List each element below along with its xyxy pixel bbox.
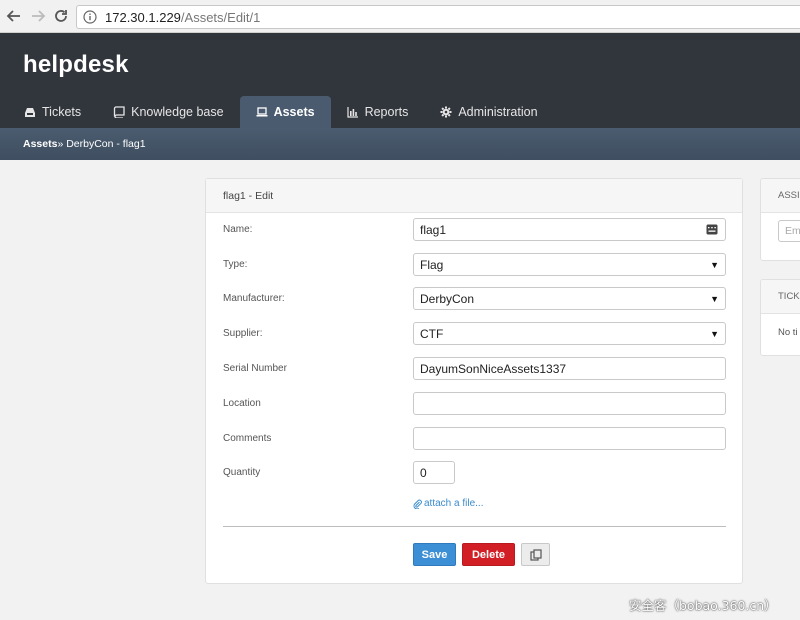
tab-reports[interactable]: Reports: [331, 96, 425, 128]
name-input[interactable]: flag1: [413, 218, 726, 241]
gear-icon: [440, 106, 452, 118]
asset-edit-panel: flag1 - Edit Name: flag1 Type: Flag ▼ Ma…: [205, 178, 743, 584]
brand-logo[interactable]: helpdesk: [23, 51, 129, 79]
serial-number-label: Serial Number: [223, 363, 287, 374]
tab-administration[interactable]: Administration: [424, 96, 553, 128]
name-value: flag1: [420, 222, 447, 237]
breadcrumb-current: » DerbyCon - flag1: [57, 138, 146, 150]
tickets-card-title: TICKETS: [761, 280, 800, 314]
comments-input[interactable]: [413, 427, 726, 450]
breadcrumb-assets-link[interactable]: Assets: [23, 138, 57, 150]
manufacturer-select[interactable]: DerbyCon ▼: [413, 287, 726, 310]
book-icon: [113, 106, 125, 118]
app-header: helpdesk Tickets Knowledge base Assets R…: [0, 33, 800, 128]
inbox-icon: [25, 108, 35, 117]
delete-button[interactable]: Delete: [462, 543, 515, 566]
watermark: 安全客（bobao.360.cn）: [629, 598, 777, 613]
panel-title: flag1 - Edit: [206, 179, 742, 213]
breadcrumb: Assets » DerbyCon - flag1: [0, 128, 800, 160]
url-path: /Assets/Edit/1: [180, 9, 261, 25]
tab-label: Reports: [364, 105, 409, 119]
clone-button[interactable]: [521, 543, 550, 566]
form-row-name: Name: flag1: [223, 218, 728, 242]
dropdown-arrow-icon: ▼: [710, 294, 719, 304]
reload-button[interactable]: [51, 6, 71, 26]
forward-button[interactable]: [28, 6, 48, 26]
location-label: Location: [223, 398, 261, 409]
supplier-label: Supplier:: [223, 328, 263, 339]
manufacturer-value: DerbyCon: [420, 291, 475, 306]
save-button[interactable]: Save: [413, 543, 456, 566]
type-select[interactable]: Flag ▼: [413, 253, 726, 276]
assign-email-input[interactable]: Em: [778, 220, 800, 242]
quantity-input[interactable]: 0: [413, 461, 455, 484]
form-divider: [223, 526, 726, 527]
assign-card: ASSIGN Em: [760, 178, 800, 261]
tab-tickets[interactable]: Tickets: [8, 96, 97, 128]
tab-label: Knowledge base: [131, 105, 224, 119]
dropdown-arrow-icon: ▼: [710, 260, 719, 270]
form-row-serial-number: Serial Number DayumSonNiceAssets1337: [223, 357, 728, 381]
form-row-manufacturer: Manufacturer: DerbyCon ▼: [223, 287, 728, 311]
address-bar[interactable]: 172.30.1.229/Assets/Edit/1: [76, 5, 800, 29]
tab-label: Administration: [458, 105, 538, 119]
tab-assets[interactable]: Assets: [239, 96, 331, 128]
supplier-value: CTF: [420, 326, 444, 341]
quantity-label: Quantity: [223, 467, 261, 478]
back-button[interactable]: [4, 6, 24, 26]
info-icon: [83, 10, 97, 24]
tab-knowledge-base[interactable]: Knowledge base: [97, 96, 239, 128]
dropdown-arrow-icon: ▼: [710, 329, 719, 339]
attach-file-label: attach a file...: [424, 498, 484, 509]
paperclip-icon: [413, 499, 422, 509]
main-nav: Tickets Knowledge base Assets Reports Ad…: [8, 96, 554, 128]
comments-label: Comments: [223, 433, 272, 444]
tickets-card: TICKETS No ti: [760, 279, 800, 356]
form-row-supplier: Supplier: CTF ▼: [223, 322, 728, 346]
tickets-empty-text: No ti: [778, 327, 798, 338]
copy-icon: [529, 548, 542, 561]
bar-chart-icon: [346, 107, 358, 118]
laptop-icon: [256, 107, 268, 117]
supplier-select[interactable]: CTF ▼: [413, 322, 726, 345]
tab-label: Assets: [273, 105, 315, 119]
form-row-comments: Comments: [223, 427, 728, 451]
type-label: Type:: [223, 259, 248, 270]
keyboard-icon[interactable]: [706, 224, 718, 235]
url-host: 172.30.1.229: [105, 9, 181, 25]
serial-number-value: DayumSonNiceAssets1337: [420, 361, 567, 376]
quantity-value: 0: [420, 465, 427, 480]
form-row-quantity: Quantity 0: [223, 461, 728, 485]
type-value: Flag: [420, 257, 444, 272]
form-row-location: Location: [223, 392, 728, 416]
reload-icon: [55, 10, 67, 22]
manufacturer-label: Manufacturer:: [223, 293, 285, 304]
form-row-type: Type: Flag ▼: [223, 253, 728, 277]
assign-card-title: ASSIGN: [761, 179, 800, 213]
browser-toolbar: 172.30.1.229/Assets/Edit/1: [0, 0, 800, 33]
name-label: Name:: [223, 224, 253, 235]
location-input[interactable]: [413, 392, 726, 415]
attach-file-link[interactable]: attach a file...: [413, 498, 483, 509]
arrow-left-icon: [6, 10, 20, 22]
serial-number-input[interactable]: DayumSonNiceAssets1337: [413, 357, 726, 380]
tab-label: Tickets: [42, 105, 82, 119]
arrow-right-icon: [32, 10, 46, 22]
